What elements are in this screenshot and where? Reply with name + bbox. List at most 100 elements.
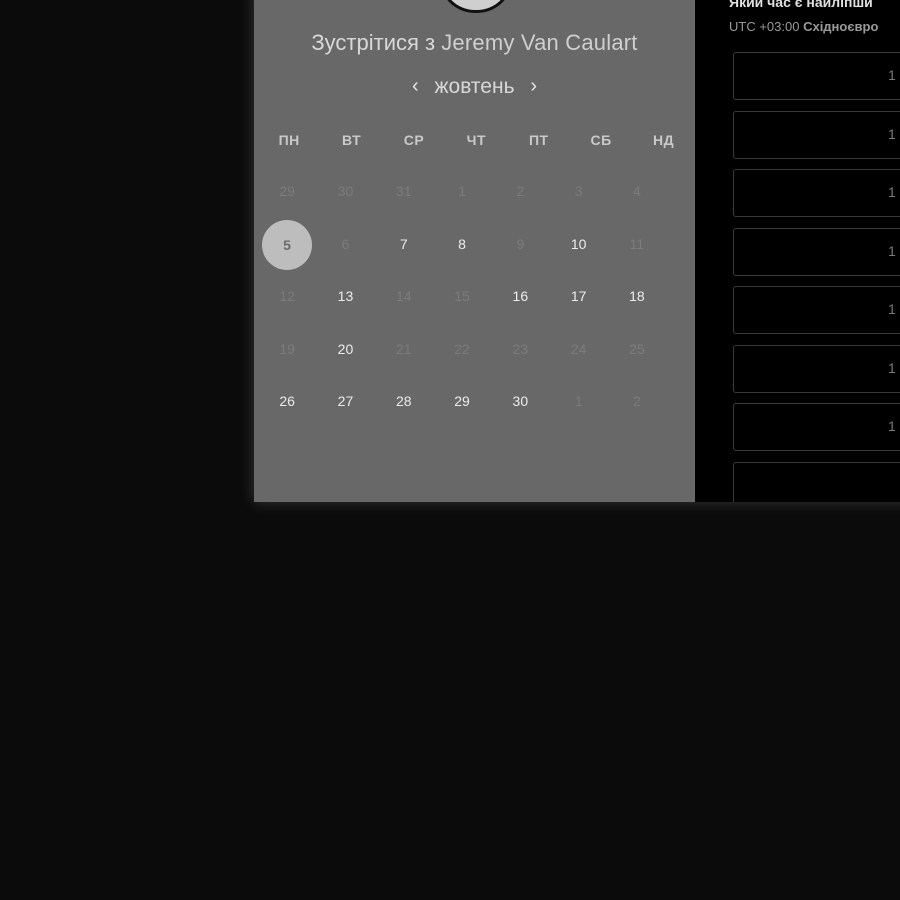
unavailable-day: 14: [375, 270, 433, 323]
day-number: 30: [337, 183, 354, 199]
day-number: 5: [262, 219, 312, 270]
available-day[interactable]: 26: [258, 375, 316, 428]
timezone-label[interactable]: UTC +03:00 Східноєвро: [729, 19, 878, 34]
day-number: 12: [279, 288, 295, 305]
unavailable-day: 12: [258, 270, 316, 323]
weekday-label: СР: [403, 132, 425, 148]
time-slot-button[interactable]: [733, 461, 900, 502]
scheduling-modal: Зустрітися з Jeremy Van Caulart ‹ жовтен…: [254, 0, 900, 502]
day-number: 9: [516, 235, 525, 252]
day-number: 10: [570, 235, 587, 252]
available-day[interactable]: 13: [316, 270, 374, 323]
weekday-label: ВТ: [342, 132, 362, 148]
calendar-week: 19 20 21 22 23 24 25: [258, 323, 695, 376]
day-number: 20: [337, 340, 354, 357]
unavailable-day: 4: [608, 165, 666, 218]
unavailable-day: 15: [433, 270, 491, 323]
time-question: Який час є найліпши: [729, 0, 873, 10]
calendar-week: 12 13 14 15 16 17 18: [258, 270, 695, 323]
time-slot-list: 1 1 1 1 1 1 1: [733, 52, 900, 502]
available-day[interactable]: 27: [316, 375, 374, 428]
unavailable-day: 2: [491, 165, 549, 218]
unavailable-day: 21: [375, 323, 433, 376]
day-number: 15: [454, 288, 470, 305]
unavailable-day: 2: [608, 375, 666, 428]
time-slot-label: 1: [888, 184, 896, 200]
time-panel: Який час є найліпши UTC +03:00 Східноєвр…: [695, 0, 900, 502]
available-day[interactable]: 20: [316, 323, 374, 376]
selected-day[interactable]: 5: [258, 218, 316, 271]
day-number: 21: [395, 340, 412, 357]
weekday-label: СБ: [590, 132, 612, 148]
unavailable-day: 9: [491, 218, 549, 271]
weekday-label: НД: [652, 132, 675, 148]
host-avatar: [439, 0, 513, 13]
day-number: 19: [279, 340, 295, 357]
time-slot-button[interactable]: 1: [733, 227, 900, 276]
weekday-label: ПТ: [528, 132, 549, 148]
available-day[interactable]: 30: [491, 375, 549, 428]
day-number: 6: [341, 235, 350, 252]
day-number: 2: [516, 183, 525, 199]
day-number: 24: [570, 340, 587, 357]
time-slot-button[interactable]: 1: [733, 344, 900, 393]
time-slot-button[interactable]: 1: [733, 52, 900, 100]
day-number: 29: [279, 183, 295, 199]
calendar-panel: Зустрітися з Jeremy Van Caulart ‹ жовтен…: [254, 0, 695, 502]
day-number: 28: [395, 393, 412, 410]
month-label: жовтень: [434, 75, 515, 98]
available-day[interactable]: 28: [375, 375, 433, 428]
time-slot-label: 1: [888, 359, 896, 376]
chevron-right-icon[interactable]: ›: [520, 75, 547, 98]
unavailable-day: 1: [549, 375, 607, 428]
time-slot-label: 1: [888, 67, 896, 83]
unavailable-day: 24: [549, 323, 607, 376]
time-slot-button[interactable]: 1: [733, 169, 900, 217]
day-number: 27: [337, 393, 354, 410]
day-number: 29: [454, 393, 470, 410]
time-slot-label: 1: [888, 242, 896, 259]
day-number: 13: [337, 288, 354, 305]
day-number: 25: [629, 340, 645, 357]
meeting-title-prefix: Зустрітися з: [311, 30, 436, 55]
calendar-week: 26 27 28 29 30 1 2: [258, 375, 695, 428]
unavailable-day: 31: [375, 165, 433, 218]
time-slot-button[interactable]: 1: [733, 286, 900, 334]
weekday-label: ПН: [278, 132, 300, 148]
unavailable-day: 1: [433, 165, 491, 218]
unavailable-day: 3: [549, 165, 607, 218]
time-slot-label: 1: [888, 418, 896, 434]
available-day[interactable]: 16: [491, 270, 549, 323]
time-slot-button[interactable]: 1: [733, 110, 900, 159]
day-number: 2: [633, 393, 641, 410]
unavailable-day: 22: [433, 323, 491, 376]
day-number: 18: [629, 288, 645, 305]
calendar-week: 29 30 31 1 2 3 4: [258, 165, 695, 218]
available-day[interactable]: 29: [433, 375, 491, 428]
day-number: 8: [458, 235, 466, 252]
day-number: 23: [512, 340, 529, 357]
weekday-header: ПН ВТ СР ЧТ ПТ СБ НД: [258, 132, 695, 148]
unavailable-day: 30: [316, 165, 374, 218]
day-number: 4: [633, 183, 641, 199]
time-slot-button[interactable]: 1: [733, 403, 900, 451]
screen: Зустрітися з Jeremy Van Caulart ‹ жовтен…: [0, 0, 900, 900]
day-number: 22: [454, 340, 470, 357]
chevron-left-icon[interactable]: ‹: [402, 75, 429, 98]
available-day[interactable]: 10: [549, 218, 607, 271]
day-number: 16: [512, 288, 529, 305]
available-day[interactable]: 8: [433, 218, 491, 271]
available-day[interactable]: 17: [549, 270, 607, 323]
day-number: 31: [395, 183, 412, 199]
day-number: 26: [279, 393, 295, 410]
host-name: Jeremy Van Caulart: [441, 30, 638, 55]
weekday-label: ЧТ: [466, 132, 487, 148]
available-day[interactable]: 7: [375, 218, 433, 271]
time-slot-label: 1: [888, 125, 896, 142]
available-day[interactable]: 18: [608, 270, 666, 323]
day-number: 17: [570, 288, 587, 305]
unavailable-day: 11: [608, 218, 666, 271]
unavailable-day: 29: [258, 165, 316, 218]
timezone-offset: UTC +03:00: [729, 19, 800, 34]
unavailable-day: 23: [491, 323, 549, 376]
